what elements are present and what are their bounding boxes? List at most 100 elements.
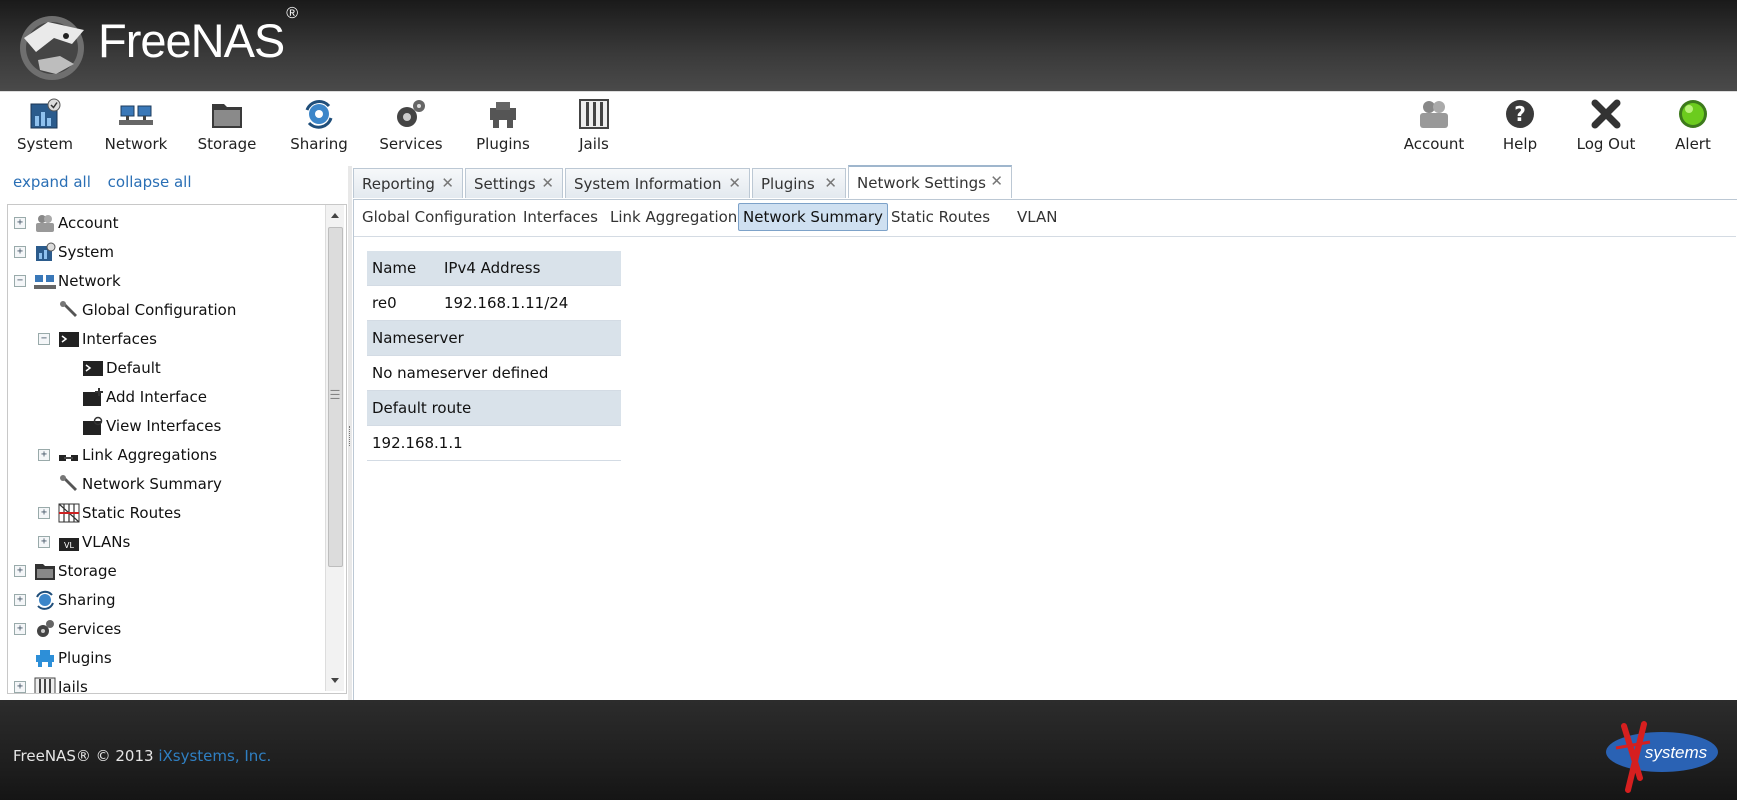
close-tab-icon[interactable]: ✕	[990, 172, 1003, 190]
tree-item-label: Default	[106, 359, 161, 377]
subtab-interfaces[interactable]: Interfaces	[523, 203, 598, 231]
tab-plugins[interactable]: Plugins ✕	[752, 168, 846, 198]
add-interface-icon	[83, 388, 103, 406]
tree-item-network-summary[interactable]: Network Summary	[38, 471, 222, 497]
wrench-icon	[60, 301, 77, 317]
tree-item-label: Network Summary	[82, 475, 222, 493]
toolbar-network-button[interactable]: Network	[91, 98, 181, 158]
tab-label: Plugins	[761, 174, 815, 193]
subtab-vlan[interactable]: VLAN	[1017, 203, 1057, 231]
link-aggregation-icon	[59, 455, 78, 461]
interface-ipv4-cell: 192.168.1.11/24	[439, 285, 621, 321]
expand-all-link[interactable]: expand all	[13, 173, 91, 191]
tree-item-services[interactable]: + Services	[14, 616, 121, 642]
nameserver-header: Nameserver	[367, 320, 621, 356]
subtab-global-configuration[interactable]: Global Configuration	[362, 203, 516, 231]
table-row: re0 192.168.1.11/24	[367, 285, 621, 321]
tree-item-view-interfaces[interactable]: View Interfaces	[62, 413, 221, 439]
close-tab-icon[interactable]: ✕	[541, 174, 554, 192]
collapse-all-link[interactable]: collapse all	[108, 173, 192, 191]
tree-expander[interactable]: +	[14, 681, 26, 693]
table-row: No nameserver defined	[367, 355, 621, 391]
pane-splitter[interactable]	[348, 166, 352, 700]
tree-expander[interactable]: +	[14, 594, 26, 606]
brand-reg: ®	[286, 4, 298, 22]
tree-expander[interactable]: +	[14, 246, 26, 258]
tree-item-account[interactable]: + Account	[14, 210, 119, 236]
sharing-icon	[305, 100, 333, 129]
toolbar-system-label: System	[17, 135, 73, 153]
toolbar-sharing-label: Sharing	[290, 135, 348, 153]
toolbar-jails-button[interactable]: Jails	[549, 98, 639, 158]
tree-item-interfaces[interactable]: − Interfaces	[38, 326, 157, 352]
tab-system-information[interactable]: System Information ✕	[565, 168, 750, 198]
plugins-icon	[36, 650, 54, 667]
table-header-row: Default route	[367, 390, 621, 426]
toolbar-services-button[interactable]: Services	[366, 98, 456, 158]
toolbar-help-button[interactable]: ? Help	[1475, 98, 1565, 158]
toolbar-logout-button[interactable]: Log Out	[1561, 98, 1651, 158]
close-tab-icon[interactable]: ✕	[728, 174, 741, 192]
tree-scrollbar[interactable]: — — —	[325, 205, 344, 691]
top-header: FreeNAS®	[0, 0, 1737, 91]
tree-expander[interactable]: +	[38, 507, 50, 519]
tree-item-vlans[interactable]: + VL VLANs	[38, 529, 130, 555]
subtab-static-routes[interactable]: Static Routes	[891, 203, 990, 231]
tree-expander	[38, 478, 50, 490]
plugins-icon	[490, 102, 516, 128]
tree-expander[interactable]: +	[14, 623, 26, 635]
terminal-icon	[83, 361, 103, 376]
ixsystems-link[interactable]: iXsystems, Inc.	[158, 747, 271, 765]
scroll-up-arrow-icon[interactable]	[331, 213, 339, 218]
tree-item-plugins[interactable]: Plugins	[14, 645, 112, 671]
sharing-icon	[36, 590, 54, 610]
tab-settings[interactable]: Settings ✕	[465, 168, 563, 198]
tree-expander[interactable]: +	[14, 217, 26, 229]
tree-expander	[62, 362, 74, 374]
tree-item-label: Add Interface	[106, 388, 207, 406]
toolbar-account-button[interactable]: Account	[1389, 98, 1479, 158]
tree-item-global-configuration[interactable]: Global Configuration	[38, 297, 236, 323]
wrench-icon	[60, 475, 77, 491]
toolbar-alert-button[interactable]: Alert	[1648, 98, 1737, 158]
tree-item-link-aggregations[interactable]: + Link Aggregations	[38, 442, 217, 468]
tree-expander[interactable]: +	[38, 536, 50, 548]
column-header-name: Name	[367, 251, 439, 286]
toolbar-sharing-button[interactable]: Sharing	[274, 98, 364, 158]
brand-name: FreeNAS	[98, 13, 285, 67]
services-icon	[37, 620, 54, 637]
toolbar-system-button[interactable]: System	[0, 98, 90, 158]
footer-copyright: FreeNAS® © 2013 iXsystems, Inc.	[13, 747, 271, 765]
tree-item-system[interactable]: + System	[14, 239, 114, 265]
view-interfaces-icon	[83, 416, 103, 435]
tree-item-add-interface[interactable]: Add Interface	[62, 384, 207, 410]
tree-item-storage[interactable]: + Storage	[14, 558, 117, 584]
tree-expander[interactable]: −	[38, 333, 50, 345]
tree-item-sharing[interactable]: + Sharing	[14, 587, 116, 613]
default-route-value: 192.168.1.1	[367, 425, 621, 461]
tree-item-network[interactable]: − Network	[14, 268, 121, 294]
tab-reporting[interactable]: Reporting ✕	[353, 168, 463, 198]
subtab-link-aggregation[interactable]: Link Aggregation	[610, 203, 737, 231]
tree-item-jails[interactable]: + Jails	[14, 674, 88, 693]
storage-icon	[212, 104, 242, 128]
navigation-tree: + Account + System − Network Global Conf…	[7, 204, 347, 694]
help-icon: ?	[1506, 100, 1534, 128]
tree-item-default[interactable]: Default	[62, 355, 161, 381]
subtab-network-summary[interactable]: Network Summary	[738, 203, 888, 231]
tree-expander[interactable]: −	[14, 275, 26, 287]
tree-expander[interactable]: +	[14, 565, 26, 577]
close-tab-icon[interactable]: ✕	[824, 174, 837, 192]
toolbar-plugins-button[interactable]: Plugins	[458, 98, 548, 158]
toolbar-network-label: Network	[104, 135, 168, 153]
scroll-down-arrow-icon[interactable]	[331, 678, 339, 683]
tree-expander	[62, 391, 74, 403]
tree-expander[interactable]: +	[38, 449, 50, 461]
tree-item-static-routes[interactable]: + Static Routes	[38, 500, 181, 526]
main-toolbar: System Network Storage Sharing Services	[0, 91, 1737, 160]
table-header-row: Name IPv4 Address	[367, 251, 621, 286]
toolbar-storage-button[interactable]: Storage	[182, 98, 272, 158]
tab-network-settings[interactable]: Network Settings ✕	[848, 165, 1012, 198]
close-tab-icon[interactable]: ✕	[441, 174, 454, 192]
freenas-shark-icon	[20, 16, 84, 80]
